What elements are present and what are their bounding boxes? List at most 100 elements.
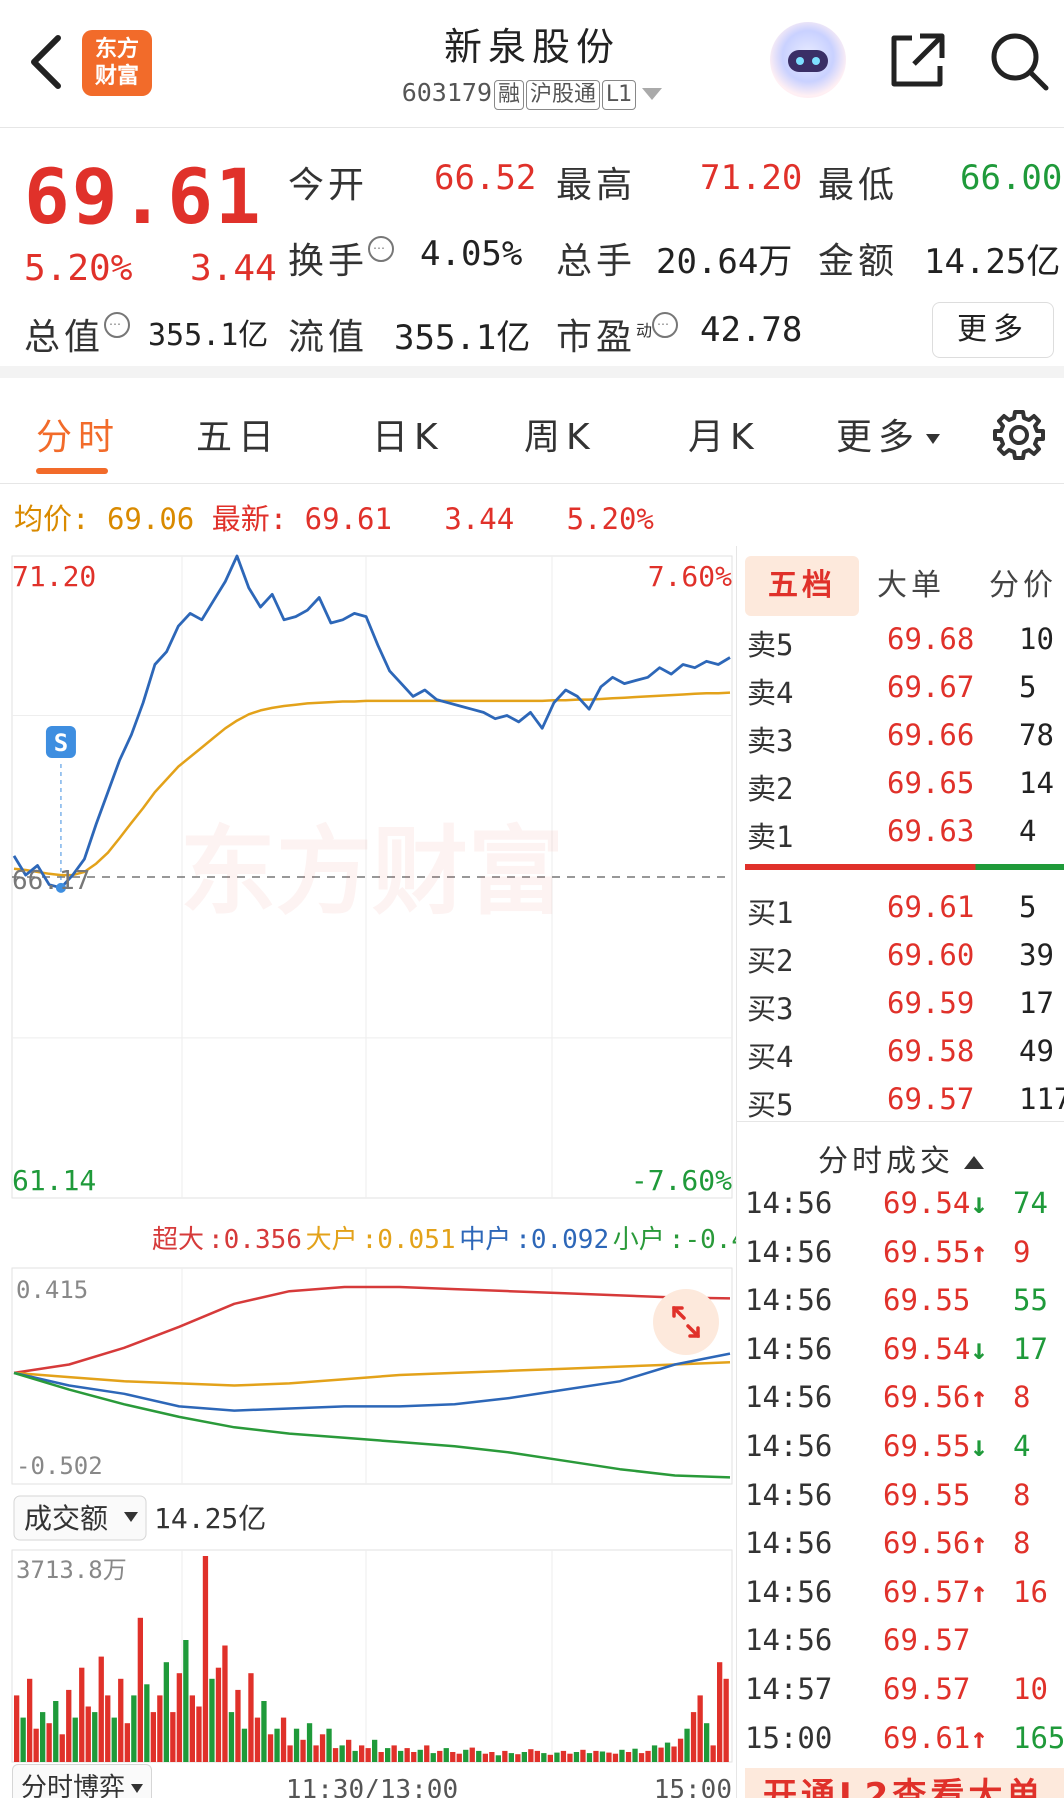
volume-bar [411, 1752, 417, 1762]
pe-label[interactable]: 市盈动 ⋯ [556, 308, 679, 360]
bid-row[interactable]: 买5 69.57 117 [737, 1082, 1064, 1130]
high-value: 71.20 [700, 158, 803, 198]
volume-bar [398, 1750, 404, 1762]
volume-bar [196, 1706, 202, 1762]
tick-row: 14:57 69.57 10 [737, 1672, 1064, 1718]
volume-bar [567, 1753, 573, 1762]
info-icon[interactable]: ⋯ [368, 236, 395, 262]
volume-bar [437, 1750, 443, 1762]
volume-bar [606, 1752, 612, 1762]
ask-volume: 10 [1019, 622, 1054, 656]
market-cap-label[interactable]: 总值 ⋯ [24, 308, 131, 360]
volume-bar [215, 1667, 222, 1762]
tab-big-orders[interactable]: 大单 [877, 556, 945, 616]
bid-volume: 49 [1019, 1034, 1054, 1068]
section-divider [737, 1121, 1064, 1122]
tick-price: 69.55↓ [883, 1429, 988, 1463]
indicator-dropdown-label: 分时博弈 [21, 1773, 126, 1798]
tab-price-distribution[interactable]: 分价 [989, 556, 1057, 616]
last-label: 最新: [211, 502, 288, 536]
search-icon[interactable] [988, 30, 1050, 92]
gear-icon[interactable] [992, 408, 1046, 462]
volume-bar [20, 1717, 26, 1762]
turnover-label[interactable]: 换手 ⋯ [288, 232, 395, 284]
volume-bar [319, 1734, 326, 1762]
tab-daily-k[interactable]: 日K [372, 408, 444, 460]
tab-monthly-k[interactable]: 月K [688, 408, 760, 460]
ask-row[interactable]: 卖5 69.68 10 [737, 622, 1064, 670]
tick-time: 14:56 [745, 1623, 833, 1658]
bid-row[interactable]: 买4 69.58 49 [737, 1034, 1064, 1082]
tab-more[interactable]: 更多 [836, 408, 941, 460]
tick-price: 69.56↑ [883, 1526, 988, 1560]
volume-bar [476, 1750, 482, 1762]
share-icon[interactable] [886, 30, 948, 92]
last-value: 69.61 [304, 502, 392, 536]
volume-bar [385, 1748, 391, 1762]
volume-bar [332, 1748, 339, 1762]
volume-total: 14.25亿 [154, 1502, 266, 1535]
tab-five-level[interactable]: 五档 [745, 556, 859, 616]
arrow-down-icon: ↓ [970, 1429, 988, 1463]
tick-row: 14:56 69.54↓ 74 [737, 1186, 1064, 1232]
volume-bar [651, 1745, 658, 1762]
indicator-y-min: -0.502 [16, 1452, 103, 1480]
volume-bar [658, 1747, 664, 1762]
ask-price: 69.66 [887, 718, 975, 752]
tick-price: 69.57↑ [883, 1575, 988, 1609]
l2-promo-banner[interactable]: 开通L2查看大单 [745, 1768, 1064, 1798]
tick-volume: 16 [1013, 1574, 1048, 1609]
tick-row: 14:56 69.57 [737, 1623, 1064, 1669]
volume-bar [241, 1728, 248, 1762]
chart-canvas[interactable]: 东方财富 S 71.20 7.60% 66.17 61.14 -7.60% 超大:0.356 大… [0, 546, 778, 1798]
tick-time: 14:56 [745, 1477, 833, 1512]
ask-volume: 5 [1019, 670, 1037, 704]
bid-row[interactable]: 买2 69.60 39 [737, 938, 1064, 986]
tick-price-value: 69.57 [883, 1672, 971, 1706]
info-icon[interactable]: ⋯ [652, 312, 679, 338]
indicator-dropdown[interactable]: 分时博弈 [12, 1764, 153, 1798]
ask-row[interactable]: 卖4 69.67 5 [737, 670, 1064, 718]
volume-bar [521, 1752, 527, 1762]
tick-volume: 8 [1013, 1380, 1031, 1415]
arrow-down-icon: ↓ [970, 1331, 988, 1366]
bid-label: 买3 [747, 992, 794, 1026]
volume-bar [554, 1752, 560, 1762]
ask-row[interactable]: 卖3 69.66 78 [737, 718, 1064, 766]
last-change: 3.44 [444, 502, 515, 536]
tick-price: 69.57 [883, 1623, 970, 1657]
volume-dropdown[interactable]: 成交额 [13, 1495, 147, 1541]
volume-bar [638, 1753, 645, 1762]
ticks-header[interactable]: 分时成交 [737, 1136, 1064, 1180]
volume-bar [632, 1748, 638, 1762]
margin-tag: 融 [494, 80, 525, 110]
volume-bar [183, 1640, 189, 1762]
volume-bar [580, 1749, 586, 1762]
tab-intraday[interactable]: 分时 [36, 408, 120, 460]
chart-area[interactable]: 东方财富 S 71.20 7.60% 66.17 61.14 -7.60% 超大:0.356 大… [0, 546, 778, 1798]
tab-weekly-k[interactable]: 周K [524, 408, 596, 460]
ask-row[interactable]: 卖2 69.65 14 [737, 766, 1064, 814]
volume-bar [456, 1753, 462, 1762]
volume-bar [280, 1717, 287, 1762]
tab-five-day[interactable]: 五日 [196, 408, 280, 460]
robot-assistant-icon[interactable] [770, 22, 846, 98]
bid-price: 69.58 [887, 1034, 975, 1068]
volume-bar [248, 1673, 254, 1762]
y-min-label: 61.14 [12, 1164, 96, 1197]
bid-row[interactable]: 买3 69.59 17 [737, 986, 1064, 1034]
volume-bar [111, 1717, 117, 1762]
volume-bar [378, 1752, 384, 1762]
more-button[interactable]: 更多 [932, 302, 1054, 358]
bid-row[interactable]: 买1 69.61 5 [737, 890, 1064, 938]
active-tab-underline [36, 468, 108, 474]
legend-value: :0.051 [362, 1225, 456, 1255]
arrow-up-icon: ↑ [970, 1380, 988, 1415]
turnover-value: 4.05% [420, 234, 523, 274]
volume-bar [40, 1712, 46, 1762]
level-tag: L1 [602, 80, 637, 110]
legend-value: :0.356 [208, 1225, 302, 1255]
ask-row[interactable]: 卖1 69.63 4 [737, 814, 1064, 862]
info-icon[interactable]: ⋯ [104, 312, 131, 338]
volume-bar [593, 1750, 599, 1762]
